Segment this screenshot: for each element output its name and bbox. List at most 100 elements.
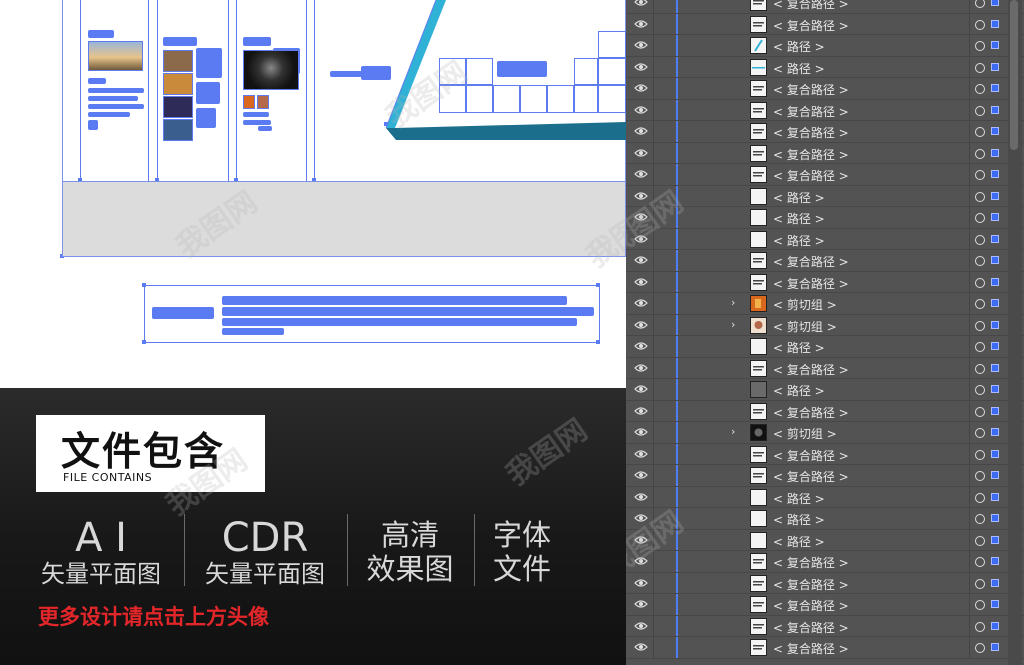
collage-photo[interactable] [163, 96, 193, 118]
layer-row[interactable]: < 路径 > [626, 529, 1024, 551]
selection-indicator[interactable] [991, 105, 999, 114]
layer-row[interactable]: < 复合路径 > [626, 400, 1024, 422]
grid-cell[interactable] [574, 58, 598, 85]
layer-row[interactable]: < 路径 > [626, 486, 1024, 508]
visibility-eye-icon[interactable] [634, 298, 648, 308]
visibility-eye-icon[interactable] [634, 513, 648, 523]
grid-cell[interactable] [439, 58, 466, 85]
layer-name[interactable]: < 路径 > [773, 38, 825, 55]
visibility-eye-icon[interactable] [634, 148, 648, 158]
selection-indicator[interactable] [991, 84, 999, 92]
grid-cell[interactable] [547, 85, 574, 113]
selection-handle[interactable] [384, 122, 388, 126]
visibility-eye-icon[interactable] [634, 277, 648, 287]
layer-name[interactable]: < 复合路径 > [773, 146, 849, 163]
layer-row[interactable]: < 复合路径 > [626, 142, 1024, 164]
selection-indicator[interactable] [991, 406, 999, 415]
layer-name[interactable]: < 复合路径 > [773, 361, 849, 378]
collage-photo[interactable] [163, 50, 193, 72]
layers-scroll-thumb[interactable] [1010, 0, 1018, 150]
visibility-eye-icon[interactable] [634, 191, 648, 201]
target-circle-icon[interactable] [975, 471, 985, 481]
target-circle-icon[interactable] [975, 385, 985, 395]
visibility-eye-icon[interactable] [634, 406, 648, 416]
layer-name[interactable]: < 路径 > [773, 339, 825, 356]
layer-name[interactable]: < 路径 > [773, 511, 825, 528]
layer-name[interactable]: < 复合路径 > [773, 0, 849, 12]
selection-handle[interactable] [142, 283, 146, 287]
target-circle-icon[interactable] [975, 578, 985, 589]
selection-indicator[interactable] [991, 514, 999, 522]
visibility-eye-icon[interactable] [634, 320, 648, 330]
target-circle-icon[interactable] [975, 170, 985, 180]
selection-indicator[interactable] [991, 600, 999, 608]
chevron-right-icon[interactable]: › [731, 318, 735, 331]
target-circle-icon[interactable] [975, 62, 985, 73]
grey-band[interactable] [62, 181, 626, 257]
target-circle-icon[interactable] [975, 320, 985, 331]
visibility-eye-icon[interactable] [634, 126, 648, 136]
layer-name[interactable]: < 复合路径 > [773, 275, 849, 292]
visibility-eye-icon[interactable] [634, 427, 648, 437]
dark-photo[interactable] [243, 50, 299, 90]
target-circle-icon[interactable] [975, 0, 985, 8]
target-circle-icon[interactable] [975, 600, 985, 610]
selection-indicator[interactable] [991, 363, 999, 372]
selection-indicator[interactable] [991, 578, 999, 587]
selection-indicator[interactable] [991, 234, 999, 243]
layer-name[interactable]: < 复合路径 > [773, 124, 849, 141]
grid-cell[interactable] [598, 31, 626, 58]
layer-row[interactable]: < 路径 > [626, 228, 1024, 250]
selection-handle[interactable] [596, 283, 600, 287]
target-circle-icon[interactable] [975, 105, 985, 116]
target-circle-icon[interactable] [975, 41, 985, 51]
layer-name[interactable]: < 复合路径 > [773, 447, 849, 464]
grid-cell[interactable] [439, 85, 466, 113]
selection-indicator[interactable] [991, 19, 999, 28]
selection-indicator[interactable] [991, 127, 999, 135]
visibility-eye-icon[interactable] [634, 492, 648, 502]
layer-row[interactable]: < 复合路径 > [626, 78, 1024, 100]
visibility-eye-icon[interactable] [634, 341, 648, 351]
selection-indicator[interactable] [991, 535, 999, 544]
target-circle-icon[interactable] [975, 127, 985, 137]
target-circle-icon[interactable] [975, 256, 985, 266]
visibility-eye-icon[interactable] [634, 255, 648, 265]
grid-cell[interactable] [598, 58, 626, 85]
visibility-eye-icon[interactable] [634, 19, 648, 29]
selection-indicator[interactable] [991, 471, 999, 479]
visibility-eye-icon[interactable] [634, 0, 648, 7]
selection-indicator[interactable] [991, 492, 999, 501]
visibility-eye-icon[interactable] [634, 449, 648, 459]
target-circle-icon[interactable] [975, 621, 985, 632]
target-circle-icon[interactable] [975, 213, 985, 223]
target-circle-icon[interactable] [975, 19, 985, 30]
layer-name[interactable]: < 复合路径 > [773, 253, 849, 270]
layer-row[interactable]: < 复合路径 > [626, 357, 1024, 379]
layer-name[interactable]: < 复合路径 > [773, 597, 849, 614]
selection-indicator[interactable] [991, 299, 999, 307]
visibility-eye-icon[interactable] [634, 212, 648, 222]
layer-row[interactable]: < 复合路径 > [626, 465, 1024, 487]
layer-name[interactable]: < 剪切组 > [773, 318, 837, 335]
layer-name[interactable]: < 复合路径 > [773, 81, 849, 98]
layer-name[interactable]: < 路径 > [773, 382, 825, 399]
selection-indicator[interactable] [991, 342, 999, 350]
layer-name[interactable]: < 复合路径 > [773, 103, 849, 120]
layer-row[interactable]: < 复合路径 > [626, 250, 1024, 272]
layer-row[interactable]: < 路径 > [626, 56, 1024, 78]
target-circle-icon[interactable] [975, 428, 985, 438]
visibility-eye-icon[interactable] [634, 578, 648, 588]
layer-name[interactable]: < 路径 > [773, 189, 825, 206]
selection-handle[interactable] [142, 340, 146, 344]
grid-cell[interactable] [466, 85, 493, 113]
layer-row[interactable]: < 复合路径 > [626, 99, 1024, 121]
layer-row[interactable]: < 复合路径 > [626, 13, 1024, 35]
layer-name[interactable]: < 路径 > [773, 232, 825, 249]
target-circle-icon[interactable] [975, 643, 985, 653]
grid-cell[interactable] [493, 85, 520, 113]
visibility-eye-icon[interactable] [634, 363, 648, 373]
selection-indicator[interactable] [991, 148, 999, 157]
selection-indicator[interactable] [991, 643, 999, 651]
layer-row[interactable]: › < 剪切组 > [626, 293, 1024, 315]
